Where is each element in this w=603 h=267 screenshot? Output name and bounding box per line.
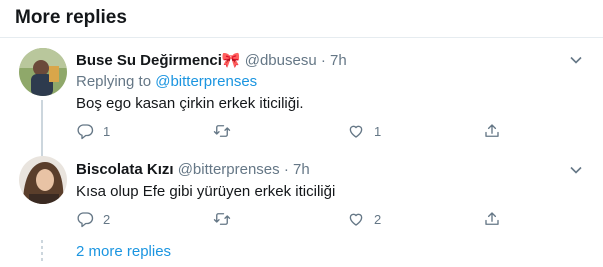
more-replies-header: More replies (0, 0, 603, 38)
tweet-meta: Buse Su Değirmenci🎀 @dbusesu · 7h (76, 51, 347, 69)
thread-dotted-line (41, 240, 43, 264)
retweet-button[interactable] (213, 121, 240, 141)
timestamp[interactable]: 7h (293, 161, 310, 178)
retweet-icon (213, 213, 231, 225)
replying-to: Replying to @bitterprenses (76, 73, 257, 90)
share-button[interactable] (483, 121, 501, 141)
more-replies-link[interactable]: 2 more replies (76, 243, 171, 260)
replying-to-mention[interactable]: @bitterprenses (155, 73, 257, 90)
like-icon (349, 125, 363, 138)
display-name[interactable]: Biscolata Kızı (76, 161, 174, 178)
page-title: More replies (15, 7, 127, 28)
reply-count: 2 (103, 211, 111, 227)
share-icon (485, 212, 499, 225)
like-count: 1 (374, 123, 382, 139)
avatar[interactable] (19, 156, 67, 204)
user-handle[interactable]: @bitterprenses (178, 161, 280, 178)
reply-icon (77, 212, 94, 228)
tweet[interactable]: Biscolata Kızı @bitterprenses · 7h Kısa … (0, 146, 603, 238)
tweet-actions: 2 2 (76, 209, 506, 229)
thread-line (41, 146, 43, 156)
timestamp[interactable]: 7h (330, 52, 347, 69)
separator: · (283, 161, 289, 178)
display-name[interactable]: Buse Su Değirmenci🎀 (76, 52, 241, 69)
retweet-button[interactable] (213, 209, 240, 229)
avatar[interactable] (19, 48, 67, 96)
chevron-down-icon[interactable] (569, 163, 583, 177)
tweet-text: Boş ego kasan çirkin erkek iticiliği. (76, 95, 304, 112)
reply-count: 1 (103, 123, 111, 139)
share-button[interactable] (483, 209, 501, 229)
separator: · (320, 52, 326, 69)
reply-button[interactable]: 2 (76, 209, 110, 229)
tweet[interactable]: Buse Su Değirmenci🎀 @dbusesu · 7h Replyi… (0, 38, 603, 146)
share-icon (485, 124, 499, 137)
tweet-meta: Biscolata Kızı @bitterprenses · 7h (76, 161, 310, 178)
like-button[interactable]: 2 (347, 209, 381, 229)
thread-line (41, 100, 43, 146)
chevron-down-icon[interactable] (569, 53, 583, 67)
reply-button[interactable]: 1 (76, 121, 110, 141)
tweet-actions: 1 1 (76, 121, 506, 141)
like-button[interactable]: 1 (347, 121, 381, 141)
like-icon (349, 213, 363, 226)
like-count: 2 (374, 211, 382, 227)
tweet-text: Kısa olup Efe gibi yürüyen erkek iticili… (76, 183, 336, 200)
replying-to-prefix: Replying to (76, 73, 152, 90)
reply-icon (77, 124, 94, 140)
user-handle[interactable]: @dbusesu (245, 52, 317, 69)
retweet-icon (213, 125, 231, 137)
